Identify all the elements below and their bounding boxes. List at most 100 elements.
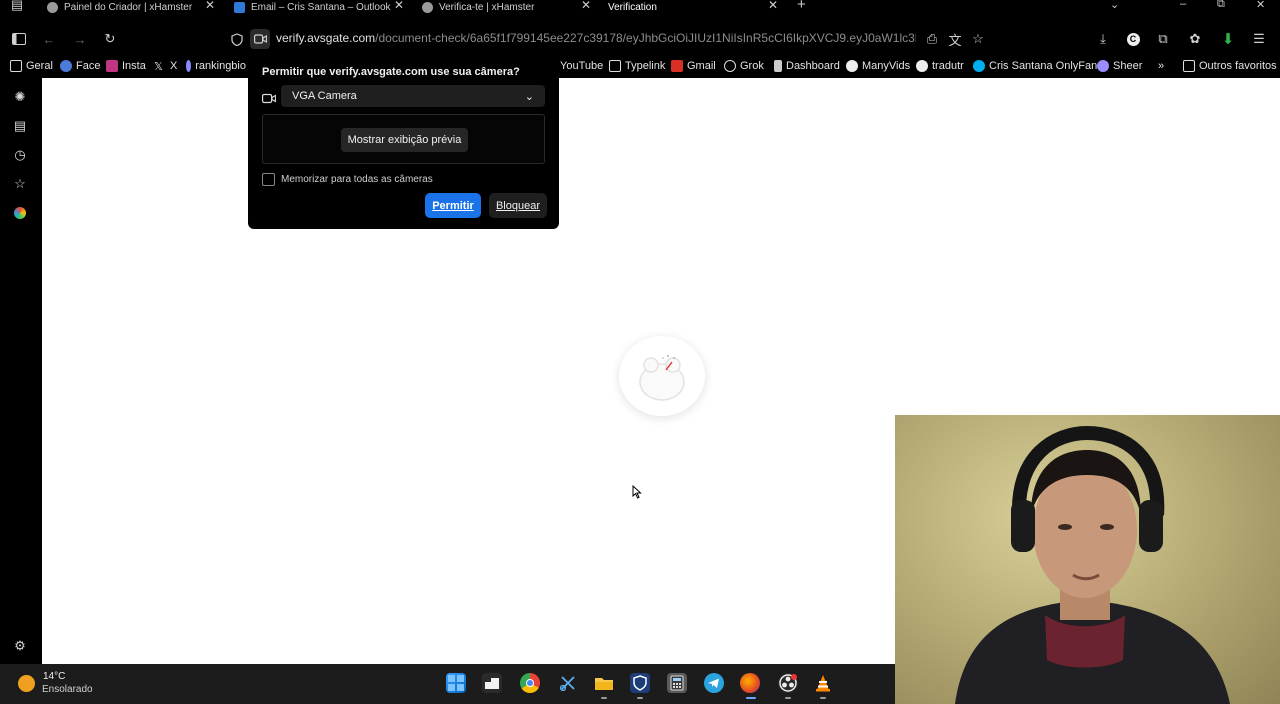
bookmark-sheer[interactable]: Sheer <box>1097 60 1142 72</box>
webcam-person-image <box>955 425 1230 704</box>
menu-icon[interactable]: ☰ <box>1250 30 1268 48</box>
checkbox-box[interactable] <box>262 173 275 186</box>
bookmark-label: tradutr <box>932 60 964 72</box>
address-host: verify.avsgate.com <box>276 31 376 45</box>
bookmark-label: Geral <box>26 60 53 72</box>
running-indicator <box>820 697 826 699</box>
bookmark-manyvids[interactable]: ManyVids <box>846 60 910 72</box>
bookmark-label: Sheer <box>1113 60 1143 72</box>
back-icon[interactable]: ← <box>40 30 58 48</box>
extension-c-icon[interactable]: C <box>1124 30 1142 48</box>
typelink-icon <box>609 60 621 72</box>
xhamster-favicon-icon <box>47 1 58 13</box>
camera-select[interactable]: VGA Camera ⌄ <box>281 85 545 107</box>
obs-icon[interactable] <box>778 673 798 693</box>
bookmark-rankingbio[interactable]: rankingbio <box>186 60 246 72</box>
translate-icon[interactable]: 文 <box>946 30 964 48</box>
address-bar[interactable]: verify.avsgate.com/document-check/6a65f1… <box>276 31 916 47</box>
toolbar: ← → ↻ verify.avsgate.com/document-check/… <box>0 26 1280 52</box>
read-aloud-icon[interactable]: ⎙ <box>923 30 941 48</box>
vlc-icon[interactable] <box>813 673 833 693</box>
tab-verifica-te[interactable]: Verifica-te | xHamster <box>422 0 534 14</box>
snipping-tool-icon[interactable] <box>558 673 578 693</box>
security-app-icon[interactable] <box>630 673 650 693</box>
reload-icon[interactable]: ↻ <box>101 30 119 48</box>
bookmark-typelink[interactable]: Typelink <box>609 60 665 72</box>
chrome-icon[interactable] <box>520 673 540 693</box>
mouse-cursor-icon <box>632 485 642 499</box>
show-preview-button[interactable]: Mostrar exibição prévia <box>341 128 468 152</box>
tab-outlook[interactable]: Email – Cris Santana – Outlook <box>234 0 391 14</box>
tab-verification[interactable]: Verification <box>608 0 657 14</box>
bookmark-insta[interactable]: Insta <box>106 60 146 72</box>
webcam-overlay <box>895 415 1280 704</box>
grok-icon <box>724 60 736 72</box>
active-indicator <box>746 697 756 699</box>
bookmark-outros-favoritos[interactable]: Outros favoritos <box>1183 60 1277 72</box>
weather-temperature[interactable]: 14°C <box>43 671 65 682</box>
camera-preview-area: Mostrar exibição prévia <box>262 114 545 164</box>
download-icon[interactable]: ⤓ <box>1094 30 1112 48</box>
tab-close-icon[interactable]: ✕ <box>205 0 215 12</box>
tab-title: Email – Cris Santana – Outlook <box>251 1 391 13</box>
camera-select-value: VGA Camera <box>292 90 357 102</box>
tab-close-icon[interactable]: ✕ <box>394 0 404 12</box>
tab-search-chevron-icon[interactable]: ⌄ <box>1110 0 1119 11</box>
apps-icon[interactable] <box>12 205 28 221</box>
weather-description[interactable]: Ensolarado <box>42 684 93 695</box>
bookmark-dashboard[interactable]: Dashboard <box>774 60 840 72</box>
windows-taskbar: 14°C Ensolarado <box>0 664 895 704</box>
file-explorer-icon[interactable] <box>594 673 614 693</box>
bookmark-youtube[interactable]: YouTube <box>560 60 603 72</box>
bookmark-gmail[interactable]: Gmail <box>671 60 716 72</box>
windows-start-icon[interactable] <box>446 673 466 693</box>
camera-permission-icon[interactable] <box>250 29 270 49</box>
bookmark-label: Typelink <box>625 60 666 72</box>
favorite-star-icon[interactable]: ☆ <box>969 30 987 48</box>
block-button[interactable]: Bloquear <box>489 193 547 218</box>
close-window-icon[interactable]: ✕ <box>1256 0 1265 11</box>
favorites-icon[interactable]: ☆ <box>12 176 28 192</box>
bookmark-x[interactable]: 𝕏X <box>154 60 177 73</box>
allow-button[interactable]: Permitir <box>425 193 481 218</box>
bookmark-label: Face <box>76 60 101 72</box>
instagram-icon <box>106 60 118 72</box>
copilot-icon[interactable]: ✺ <box>12 89 28 105</box>
globe-icon <box>186 60 192 72</box>
extensions-puzzle-icon[interactable]: ⧉ <box>1154 30 1172 48</box>
shield-icon[interactable] <box>228 30 246 48</box>
restore-icon[interactable]: ⧉ <box>1217 0 1225 11</box>
new-tab-icon[interactable]: + <box>797 0 806 13</box>
tab-close-icon[interactable]: ✕ <box>581 0 591 12</box>
minimize-icon[interactable]: – <box>1180 0 1186 10</box>
bookmark-grok[interactable]: Grok <box>724 60 764 72</box>
remember-checkbox[interactable]: Memorizar para todas as câmeras <box>262 173 433 186</box>
remember-label: Memorizar para todas as câmeras <box>281 174 433 185</box>
calculator-icon[interactable] <box>667 673 687 693</box>
sun-icon[interactable] <box>18 675 35 692</box>
collections-icon[interactable]: ▤ <box>12 118 28 134</box>
green-download-icon[interactable]: ⬇ <box>1219 30 1237 48</box>
history-icon[interactable]: ◷ <box>12 147 28 163</box>
bookmark-face[interactable]: Face <box>60 60 100 72</box>
bookmark-geral[interactable]: Geral <box>10 60 53 72</box>
task-view-icon[interactable] <box>482 673 502 693</box>
tab-painel-criador[interactable]: Painel do Criador | xHamster <box>47 0 192 14</box>
more-bookmarks-chevron-icon[interactable]: » <box>1158 60 1164 72</box>
camera-icon <box>262 91 276 109</box>
bookmark-label: Dashboard <box>786 60 840 72</box>
tab-actions-icon[interactable]: ▤ <box>8 0 26 14</box>
settings-gear-icon[interactable]: ⚙ <box>12 638 28 654</box>
sidebar-toggle-icon[interactable] <box>10 30 28 48</box>
forward-icon[interactable]: → <box>71 30 89 48</box>
telegram-icon[interactable] <box>704 673 724 693</box>
firefox-icon[interactable] <box>740 673 760 693</box>
dashboard-icon <box>774 60 782 72</box>
tab-close-icon[interactable]: ✕ <box>768 0 778 12</box>
google-icon <box>916 60 928 72</box>
bookmark-tradutr[interactable]: tradutr <box>916 60 964 72</box>
tab-title: Verifica-te | xHamster <box>439 1 535 13</box>
bookmark-onlyfans[interactable]: Cris Santana OnlyFans <box>973 60 1103 72</box>
sheer-icon <box>1097 60 1109 72</box>
extension-wheel-icon[interactable]: ✿ <box>1186 30 1204 48</box>
